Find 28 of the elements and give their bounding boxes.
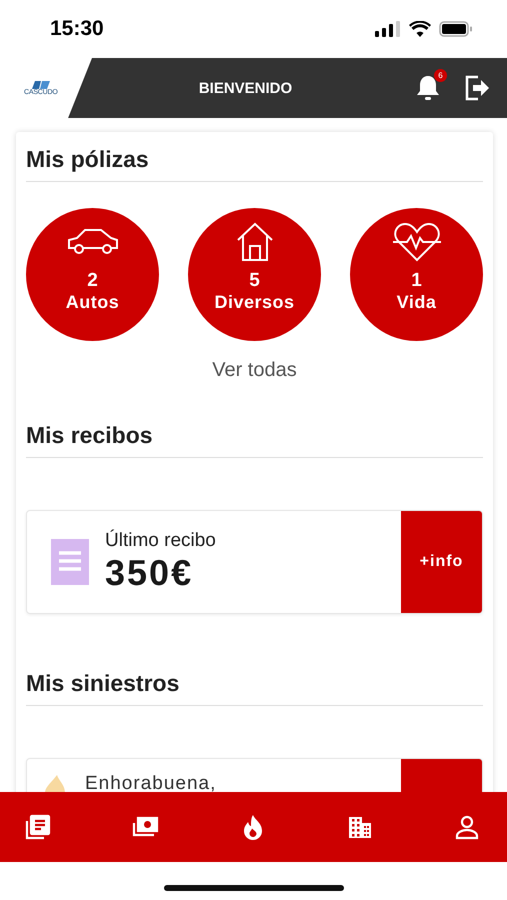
- heart-pulse-icon: [390, 222, 442, 262]
- logo-icon: [32, 80, 50, 88]
- view-all-link[interactable]: Ver todas: [212, 359, 297, 382]
- receipt-label: Último recibo: [105, 530, 216, 552]
- document-stack-icon: [24, 813, 52, 841]
- house-icon: [234, 222, 274, 262]
- status-time: 15:30: [50, 17, 104, 41]
- person-icon: [453, 813, 481, 841]
- section-title: Mis pólizas: [26, 146, 483, 182]
- nav-tab[interactable]: [24, 813, 52, 841]
- logout-icon: [463, 74, 491, 102]
- section-title: Mis recibos: [26, 422, 483, 458]
- policy-category-button[interactable]: 2 Autos: [26, 208, 159, 341]
- info-button[interactable]: +info: [401, 511, 482, 613]
- nav-tab[interactable]: [453, 813, 481, 841]
- signal-icon: [375, 21, 401, 37]
- receipt-icon: [51, 539, 89, 585]
- section-title: Mis siniestros: [26, 670, 483, 706]
- receipt-amount: 350€: [105, 552, 194, 594]
- claim-label: Enhorabuena,: [85, 773, 216, 792]
- notification-badge: 6: [434, 69, 447, 82]
- policy-category-button[interactable]: 1 Vida: [350, 208, 483, 341]
- wifi-icon: [409, 21, 431, 37]
- bell-icon: [415, 74, 441, 102]
- notifications-button[interactable]: 6: [409, 58, 447, 118]
- battery-icon: [439, 21, 473, 37]
- header-title: BIENVENIDO: [198, 78, 294, 98]
- policy-category-button[interactable]: 5 Diversos: [188, 208, 321, 341]
